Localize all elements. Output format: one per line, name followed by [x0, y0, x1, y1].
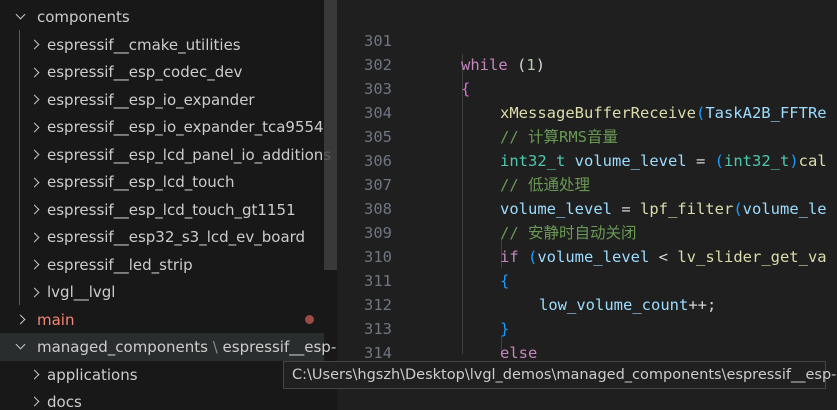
folder-label: applications	[47, 365, 138, 384]
folder-label: espressif__esp_lcd_panel_io_additions	[47, 145, 332, 164]
chevron-right-icon	[28, 175, 40, 189]
code-line: 302 {	[337, 29, 837, 98]
folder-item[interactable]: docs	[0, 388, 324, 410]
folder-managed-components[interactable]: managed_components \ espressif__esp-...	[0, 333, 337, 361]
modified-status-dot	[305, 315, 314, 324]
folder-label: lvgl__lvgl	[47, 283, 116, 302]
code-line: 311 low_volume_count++;	[337, 245, 837, 314]
chevron-right-icon	[28, 93, 40, 107]
chevron-down-icon	[14, 339, 26, 354]
folder-item[interactable]: lvgl__lvgl	[0, 279, 324, 307]
code-line: 309 if (volume_level < lv_slider_get_va	[337, 197, 837, 266]
folder-item[interactable]: espressif__led_strip	[0, 251, 324, 279]
folder-item[interactable]: espressif__esp_lcd_touch	[0, 169, 324, 197]
folder-item[interactable]: espressif__esp_io_expander	[0, 86, 324, 114]
folder-label: espressif__esp_io_expander_tca9554	[47, 118, 324, 137]
explorer-sidebar: components espressif__cmake_utilities es…	[0, 0, 337, 410]
folder-components[interactable]: components	[0, 3, 324, 31]
folder-label: components	[37, 7, 130, 26]
code-line: 306 // 低通处理	[337, 125, 837, 194]
code-line: 305 int32_t volume_level = (int32_t)cal	[337, 101, 837, 170]
folder-item[interactable]: espressif__esp_lcd_touch_gt1151	[0, 196, 324, 224]
code-line: 307 volume_level = lpf_filter(volume_le	[337, 149, 837, 218]
chevron-right-icon	[28, 120, 40, 134]
code-line: 303 xMessageBufferReceive(TaskA2B_FFTRe	[337, 53, 837, 122]
code-line: 315 low_volume_count = 0;	[337, 338, 837, 407]
chevron-right-icon	[28, 368, 40, 382]
folder-main[interactable]: main	[0, 306, 324, 334]
folder-label: espressif__esp_lcd_touch	[47, 173, 235, 192]
folder-label: managed_components \ espressif__esp-...	[37, 337, 337, 356]
chevron-right-icon	[28, 38, 40, 52]
folder-item[interactable]: espressif__cmake_utilities	[0, 31, 324, 59]
code-line: 308 // 安静时自动关闭	[337, 173, 837, 242]
chevron-right-icon	[28, 65, 40, 79]
tooltip-text: C:\Users\hgszh\Desktop\lvgl_demos\manage…	[292, 367, 837, 383]
folder-label: espressif__esp_lcd_touch_gt1151	[47, 200, 296, 219]
chevron-right-icon	[28, 395, 40, 409]
folder-label: espressif__esp_codec_dev	[47, 63, 243, 82]
chevron-right-icon	[14, 313, 26, 327]
chevron-right-icon	[28, 203, 40, 217]
folder-item[interactable]: applications	[0, 361, 324, 389]
chevron-down-icon	[14, 9, 26, 24]
folder-label: espressif__led_strip	[47, 255, 193, 274]
editor-overlay-area	[337, 389, 837, 410]
chevron-right-icon	[28, 148, 40, 162]
code-line: 313 else	[337, 293, 837, 362]
code-line: 312 }	[337, 269, 837, 338]
folder-label: espressif__cmake_utilities	[47, 35, 241, 54]
folder-label: main	[37, 310, 75, 329]
folder-label: espressif__esp32_s3_lcd_ev_board	[47, 228, 306, 247]
path-tooltip: C:\Users\hgszh\Desktop\lvgl_demos\manage…	[283, 361, 837, 389]
sidebar-scrollbar[interactable]	[324, 0, 337, 270]
folder-item[interactable]: espressif__esp_codec_dev	[0, 59, 324, 87]
code-line: 301 while (1)	[337, 5, 837, 74]
chevron-right-icon	[28, 230, 40, 244]
folder-item[interactable]: espressif__esp_lcd_panel_io_additions	[0, 141, 331, 169]
folder-label: espressif__esp_io_expander	[47, 90, 255, 109]
chevron-right-icon	[28, 285, 40, 299]
folder-item[interactable]: espressif__esp_io_expander_tca9554	[0, 114, 324, 142]
chevron-right-icon	[28, 258, 40, 272]
code-line: 310 {	[337, 221, 837, 290]
folder-item[interactable]: espressif__esp32_s3_lcd_ev_board	[0, 224, 324, 252]
folder-label: docs	[47, 392, 82, 410]
code-line: 304 // 计算RMS音量	[337, 77, 837, 146]
code-editor[interactable]: 301 while (1) 302 { 303 xMessageBufferRe…	[337, 0, 837, 410]
